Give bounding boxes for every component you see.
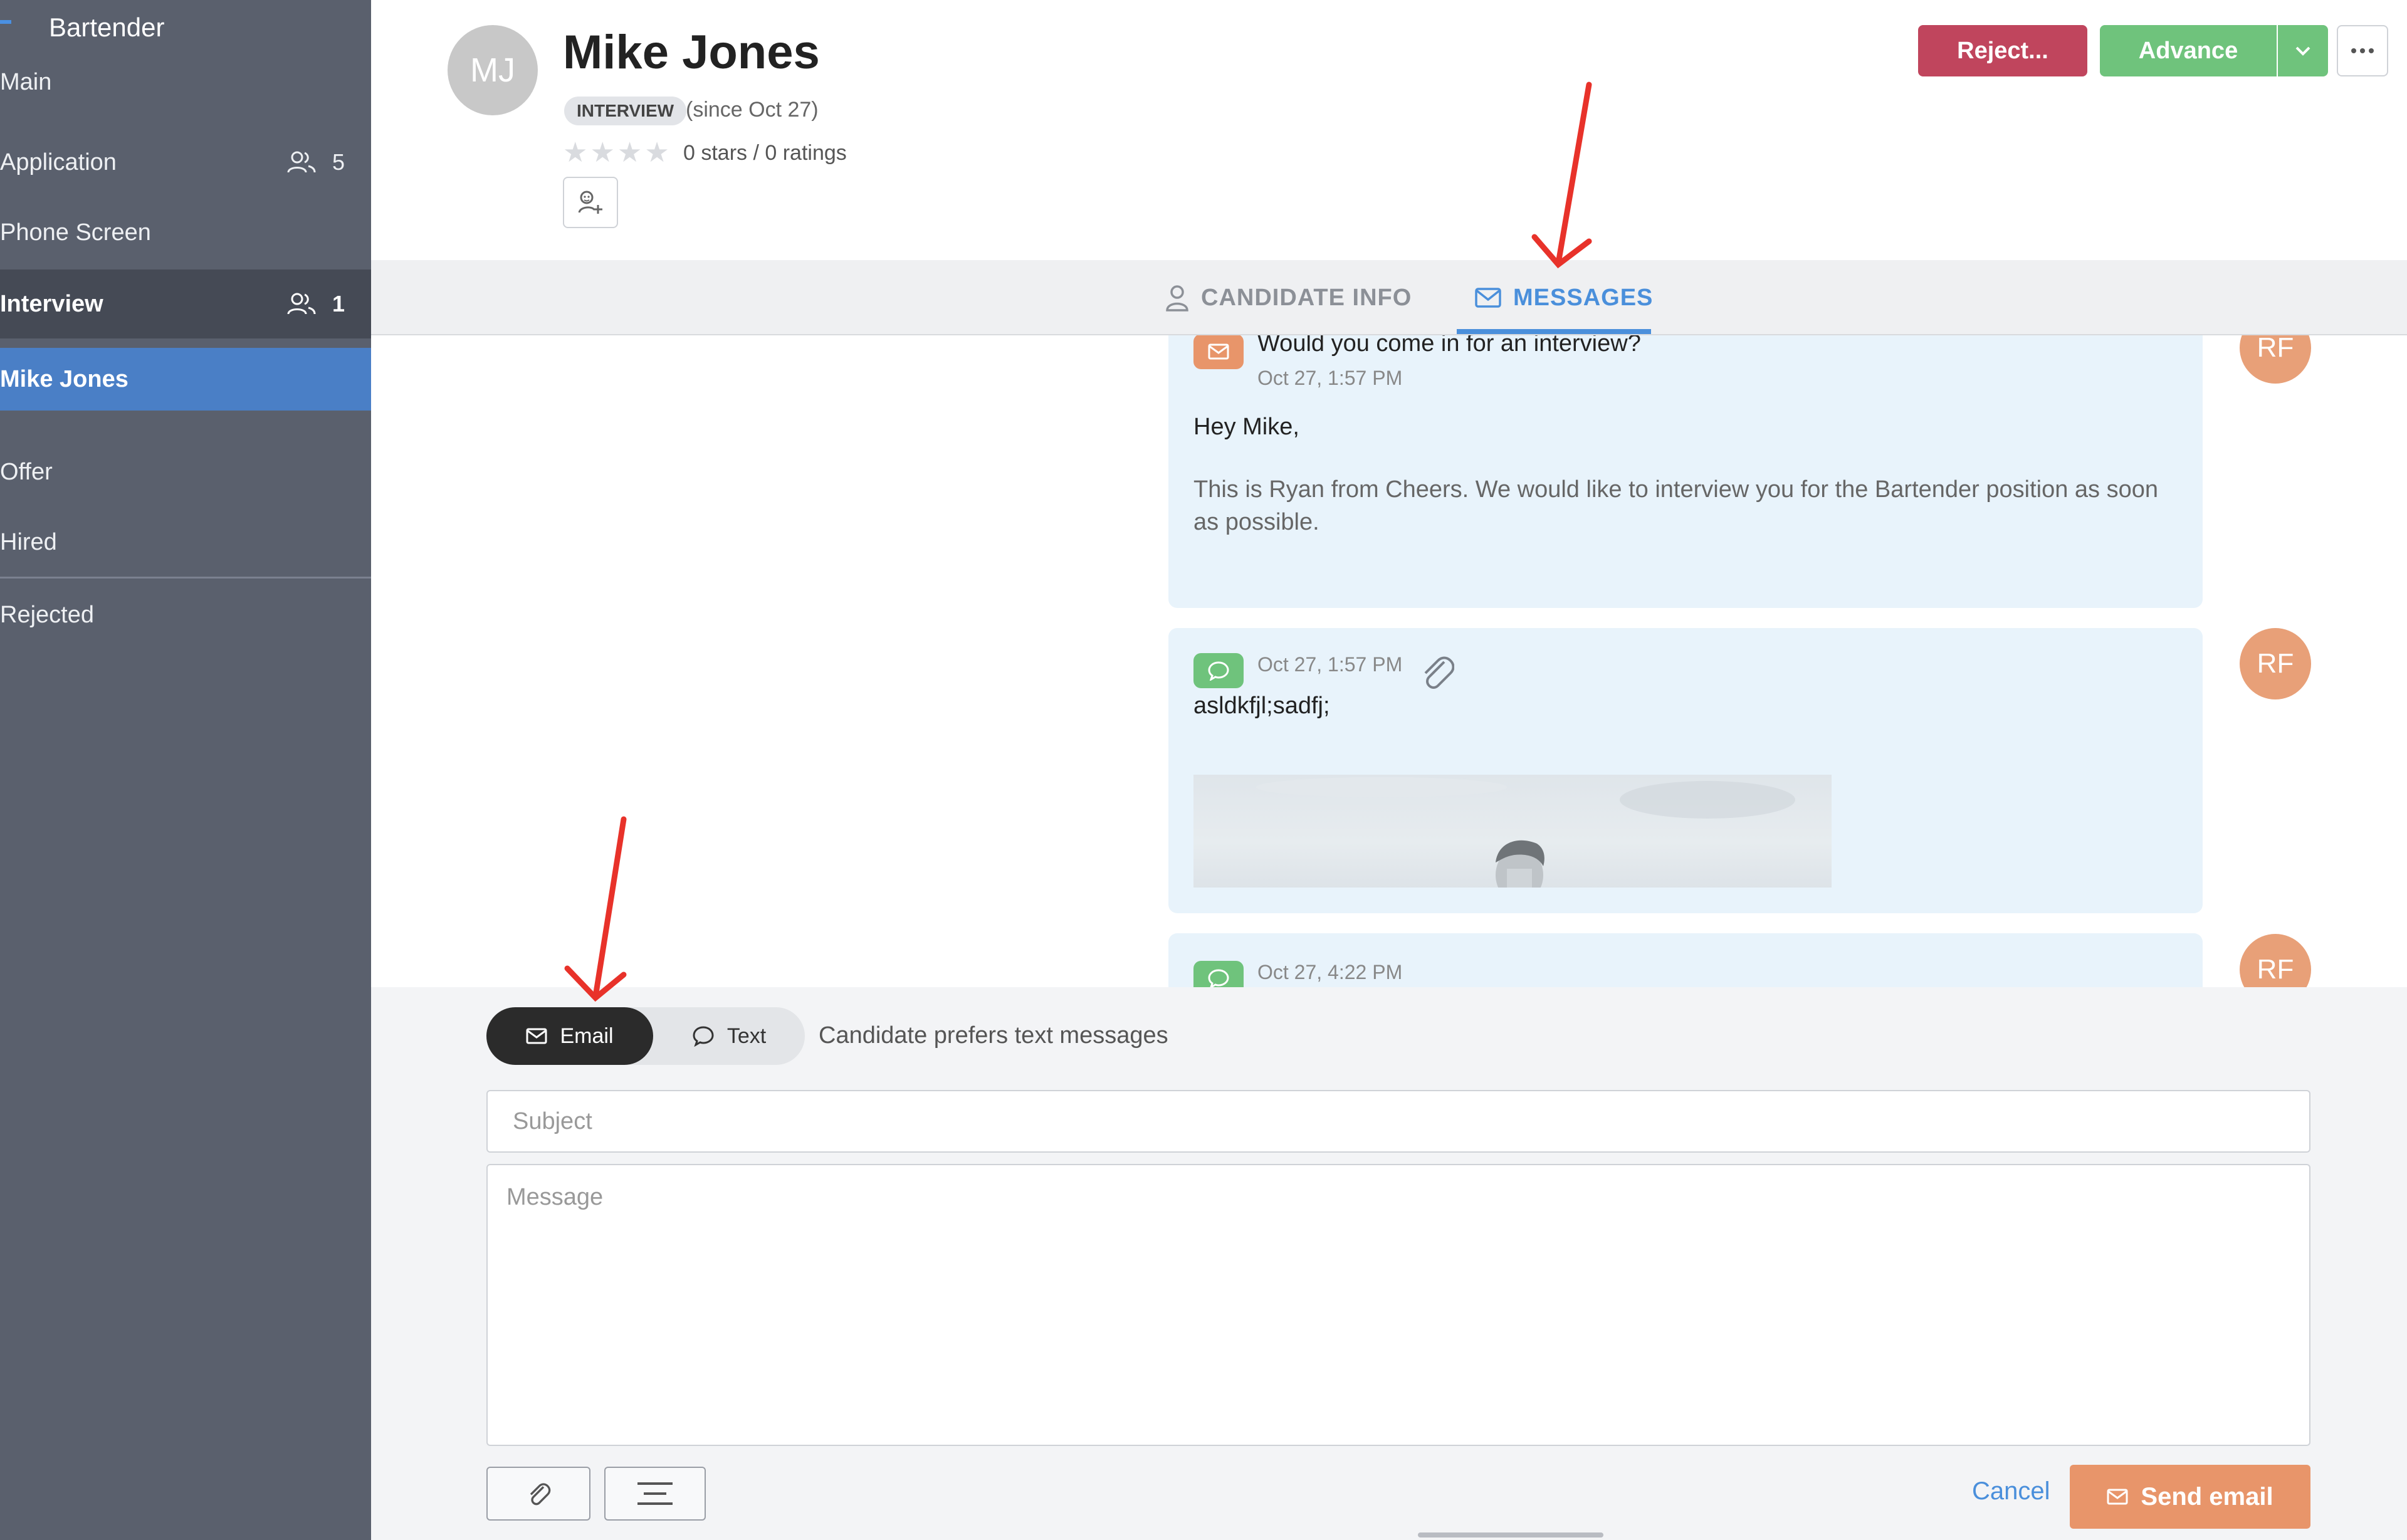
sidebar-item-rejected[interactable]: Rejected	[0, 580, 371, 649]
text-lines-icon	[637, 1482, 673, 1505]
sidebar-item-count: 5	[287, 149, 345, 175]
paperclip-icon[interactable]	[1419, 653, 1454, 691]
sidebar-item-main[interactable]: Main	[0, 48, 371, 117]
sender-avatar: RF	[2240, 934, 2311, 987]
scroll-indicator[interactable]	[1418, 1532, 1603, 1537]
sidebar-item-label: Phone Screen	[0, 219, 151, 246]
cancel-button[interactable]: Cancel	[1972, 1477, 2050, 1506]
sidebar-item-offer[interactable]: Offer	[0, 437, 371, 506]
message-thread[interactable]: Would you come in for an interview? Oct …	[371, 335, 2407, 987]
back-icon[interactable]	[0, 20, 11, 24]
speech-bubble-icon	[693, 1026, 714, 1047]
tab-label: MESSAGES	[1513, 284, 1654, 311]
sidebar-item-label: Interview	[0, 290, 103, 317]
email-mode-label: Email	[560, 1024, 614, 1048]
sidebar-item-label: Hired	[0, 528, 57, 555]
message-item: Would you come in for an interview? Oct …	[1168, 335, 2203, 608]
message-composer: Email Text Candidate prefers text messag…	[371, 987, 2407, 1540]
sidebar-divider	[0, 577, 371, 579]
channel-toggle: Email Text	[486, 1007, 805, 1065]
people-icon	[287, 293, 316, 315]
advance-button[interactable]: Advance	[2100, 25, 2277, 76]
stage-badge: INTERVIEW	[564, 97, 687, 125]
message-input[interactable]	[486, 1164, 2310, 1446]
subject-input[interactable]	[486, 1090, 2310, 1153]
active-tab-indicator	[1457, 329, 1651, 334]
star-icon[interactable]: ★	[590, 137, 614, 169]
advance-dropdown-button[interactable]	[2278, 25, 2328, 76]
attach-file-button[interactable]	[486, 1467, 590, 1521]
envelope-icon	[526, 1028, 547, 1044]
more-options-button[interactable]	[2337, 25, 2388, 76]
send-email-button[interactable]: Send email	[2070, 1465, 2310, 1529]
sidebar-item-label: Rejected	[0, 601, 94, 628]
candidate-header: MJ Mike Jones INTERVIEW (since Oct 27) ★…	[371, 0, 2407, 260]
email-message-icon	[1193, 335, 1244, 369]
star-icon[interactable]: ★	[617, 137, 642, 169]
message-subject: Would you come in for an interview?	[1257, 335, 1641, 357]
text-message-icon	[1193, 653, 1244, 688]
paperclip-icon	[530, 1483, 551, 1506]
sidebar-item-label: Offer	[0, 458, 53, 485]
sidebar-item-label: Application	[0, 149, 117, 175]
message-time: Oct 27, 4:22 PM	[1257, 961, 1403, 983]
message-body: asldkfjl;sadfj;	[1193, 693, 1330, 719]
sidebar-item-count: 1	[287, 291, 345, 317]
tab-messages[interactable]: MESSAGES	[1474, 260, 1653, 335]
people-icon	[287, 151, 316, 173]
sidebar-item-label: Main	[0, 68, 52, 95]
text-mode-label: Text	[726, 1024, 767, 1048]
attachment-image[interactable]	[1193, 775, 1832, 888]
person-icon	[1166, 285, 1188, 312]
ratings-summary: 0 stars / 0 ratings	[683, 141, 847, 165]
job-title: Bartender	[49, 13, 165, 42]
add-reviewer-icon	[578, 191, 602, 214]
text-message-icon	[1193, 961, 1244, 987]
tab-label: CANDIDATE INFO	[1201, 284, 1412, 311]
rating-stars[interactable]: ★ ★ ★ ★	[563, 137, 669, 169]
sidebar-item-application[interactable]: Application 5	[0, 128, 371, 197]
message-greeting: Hey Mike,	[1193, 414, 1299, 440]
sidebar-item-hired[interactable]: Hired	[0, 508, 371, 577]
stage-since: (since Oct 27)	[686, 98, 819, 122]
template-button[interactable]	[604, 1467, 706, 1521]
envelope-icon	[2107, 1489, 2128, 1505]
star-icon[interactable]: ★	[563, 137, 587, 169]
send-email-label: Send email	[2141, 1482, 2273, 1511]
reject-button[interactable]: Reject...	[1918, 25, 2087, 76]
sender-avatar: RF	[2240, 335, 2311, 384]
star-icon[interactable]: ★	[644, 137, 669, 169]
application-count: 5	[332, 149, 345, 175]
message-body: This is Ryan from Cheers. We would like …	[1193, 476, 2158, 535]
message-item: Oct 27, 4:22 PM	[1168, 933, 2203, 987]
candidate-name: Mike Jones	[563, 26, 820, 79]
sidebar-item-phone-screen[interactable]: Phone Screen	[0, 198, 371, 267]
envelope-icon	[1475, 288, 1501, 308]
sidebar-item-label: Mike Jones	[0, 365, 128, 392]
email-mode-button[interactable]: Email	[486, 1007, 653, 1065]
add-reviewer-button[interactable]	[563, 177, 618, 228]
channel-preference-note: Candidate prefers text messages	[819, 1022, 1168, 1049]
tab-bar: CANDIDATE INFO MESSAGES	[371, 260, 2407, 335]
sidebar-item-mike-jones[interactable]: Mike Jones	[0, 348, 371, 411]
sender-avatar: RF	[2240, 628, 2311, 699]
message-time: Oct 27, 1:57 PM	[1257, 653, 1403, 676]
sidebar: Bartender Main Application 5 Phone Scree…	[0, 0, 371, 1540]
sidebar-item-interview[interactable]: Interview 1	[0, 270, 371, 338]
text-mode-button[interactable]: Text	[653, 1007, 805, 1065]
message-time: Oct 27, 1:57 PM	[1257, 367, 1403, 389]
interview-count: 1	[332, 291, 345, 317]
more-icon	[2351, 48, 2374, 53]
message-item: Oct 27, 1:57 PM asldkfjl;sadfj;	[1168, 628, 2203, 913]
chevron-down-icon	[2295, 46, 2310, 56]
candidate-avatar: MJ	[448, 25, 538, 115]
tab-candidate-info[interactable]: CANDIDATE INFO	[1165, 260, 1412, 335]
